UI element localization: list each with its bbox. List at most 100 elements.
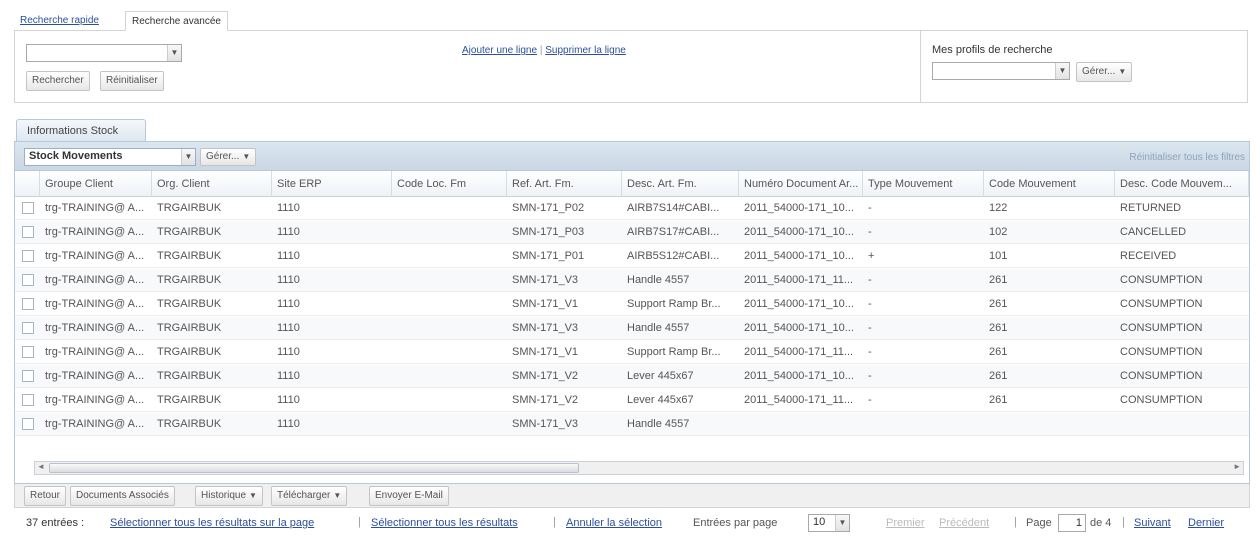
table-cell: - [868,298,872,310]
table-row[interactable]: trg-TRAINING@ A... TRGAIRBUK 1110 SMN-171_V… [15,365,1249,388]
row-checkbox[interactable] [22,346,34,358]
table-cell [392,365,507,388]
cancel-selection-link[interactable]: Annuler la sélection [566,517,662,529]
previous-page-link[interactable]: Précédent [939,517,989,529]
reset-filters-link[interactable]: Réinitialiser tous les filtres [1129,152,1245,163]
table-row[interactable]: trg-TRAINING@ A... TRGAIRBUK 1110 SMN-171_P… [15,245,1249,268]
associated-documents-button[interactable]: Documents Associés [70,486,175,506]
table-cell: 2011_54000-171_11... [744,346,854,358]
table-cell: 2011_54000-171_10... [744,322,854,334]
horizontal-scrollbar[interactable]: ◄ ► [34,461,1244,475]
scroll-right-icon[interactable]: ► [1233,462,1241,471]
table-cell: Lever 445x67 [627,394,694,406]
table-cell: 1110 [277,418,300,430]
row-checkbox[interactable] [22,298,34,310]
page-number-input[interactable]: 1 [1058,514,1086,532]
table-cell: RETURNED [1120,202,1182,214]
last-page-link[interactable]: Dernier [1188,517,1224,529]
entries-count: 37 entrées : [26,517,85,529]
search-criteria-select[interactable]: ▼ [26,44,182,62]
table-cell: SMN-171_V3 [512,274,579,286]
column-header[interactable]: Ref. Art. Fm. [507,171,622,197]
per-page-select[interactable]: 10 ▼ [808,514,850,532]
row-checkbox[interactable] [22,202,34,214]
history-button[interactable]: Historique ▼ [195,486,263,506]
table-cell: 1110 [277,394,300,406]
line-actions: Ajouter une ligne | Supprimer la ligne [462,45,626,56]
search-tabs: Recherche rapide Recherche avancée [14,11,1248,31]
table-cell: trg-TRAINING@ A... [45,370,145,382]
search-profile-select[interactable]: ▼ [932,62,1070,80]
row-checkbox[interactable] [22,322,34,334]
table-cell: Handle 4557 [627,418,690,430]
row-checkbox[interactable] [22,226,34,238]
table-row[interactable]: trg-TRAINING@ A... TRGAIRBUK 1110 SMN-171_V… [15,293,1249,316]
column-header[interactable]: Type Mouvement [863,171,984,197]
view-manage-button[interactable]: Gérer... ▼ [200,148,257,166]
table-cell: 1110 [277,202,300,214]
table-cell: 101 [989,250,1008,262]
table-row[interactable]: trg-TRAINING@ A... TRGAIRBUK 1110 SMN-171_V… [15,389,1249,412]
table-cell [863,413,984,436]
table-cell: trg-TRAINING@ A... [45,202,145,214]
column-header[interactable]: Site ERP [272,171,392,197]
table-cell: TRGAIRBUK [157,226,222,238]
table-cell: trg-TRAINING@ A... [45,250,145,262]
table-row[interactable]: trg-TRAINING@ A... TRGAIRBUK 1110 SMN-171_P… [15,221,1249,244]
table-cell: RECEIVED [1120,250,1177,262]
add-line-link[interactable]: Ajouter une ligne [462,45,537,56]
table-row[interactable]: trg-TRAINING@ A... TRGAIRBUK 1110 SMN-171_V… [15,317,1249,340]
chevron-down-icon: ▼ [1055,63,1069,79]
table-cell: trg-TRAINING@ A... [45,346,145,358]
table-cell: TRGAIRBUK [157,250,222,262]
tab-advanced-search[interactable]: Recherche avancée [125,11,228,31]
table-cell [984,413,1115,436]
select-page-results-link[interactable]: Sélectionner tous les résultats sur la p… [110,517,314,529]
send-email-button[interactable]: Envoyer E-Mail [369,486,449,506]
table-cell: 1110 [277,274,300,286]
tab-quick-search[interactable]: Recherche rapide [14,11,105,31]
column-header[interactable]: Code Loc. Fm [392,171,507,197]
table-row[interactable]: trg-TRAINING@ A... TRGAIRBUK 1110 SMN-171_V… [15,413,1249,436]
table-row[interactable]: trg-TRAINING@ A... TRGAIRBUK 1110 SMN-171_V… [15,341,1249,364]
table-cell [392,293,507,316]
caret-down-icon: ▼ [333,491,342,500]
search-button[interactable]: Rechercher [26,71,90,91]
tab-stock-info[interactable]: Informations Stock [16,119,146,141]
reset-button[interactable]: Réinitialiser [100,71,164,91]
column-header[interactable]: Org. Client [152,171,272,197]
scrollbar-thumb[interactable] [49,463,579,473]
table-row[interactable]: trg-TRAINING@ A... TRGAIRBUK 1110 SMN-171_V… [15,269,1249,292]
line-actions-separator: | [539,45,543,56]
row-checkbox[interactable] [22,250,34,262]
table-cell: TRGAIRBUK [157,322,222,334]
table-cell: 1110 [277,226,300,238]
column-header[interactable]: Code Mouvement [984,171,1115,197]
view-select[interactable]: Stock Movements ▼ [24,148,196,166]
scroll-left-icon[interactable]: ◄ [37,462,45,471]
table-cell: AIRB7S17#CABI... [627,226,720,238]
select-all-results-link[interactable]: Sélectionner tous les résultats [371,517,518,529]
row-checkbox[interactable] [22,418,34,430]
table-cell: SMN-171_V3 [512,322,579,334]
next-page-link[interactable]: Suivant [1134,517,1171,529]
row-checkbox[interactable] [22,370,34,382]
row-checkbox[interactable] [22,274,34,286]
download-button[interactable]: Télécharger ▼ [271,486,348,506]
column-header[interactable]: Groupe Client [40,171,152,197]
remove-line-link[interactable]: Supprimer la ligne [545,45,626,56]
profiles-manage-button[interactable]: Gérer... ▼ [1076,62,1133,82]
table-cell: trg-TRAINING@ A... [45,226,145,238]
table-cell: 261 [989,322,1008,334]
column-header[interactable]: Numéro Document Ar... [739,171,863,197]
first-page-link[interactable]: Premier [886,517,925,529]
row-checkbox[interactable] [22,394,34,406]
column-header[interactable]: Desc. Code Mouvem... [1115,171,1249,197]
table-cell [392,389,507,412]
table-row[interactable]: trg-TRAINING@ A... TRGAIRBUK 1110 SMN-171_P… [15,197,1249,220]
table-cell: 2011_54000-171_10... [744,202,854,214]
table-cell: SMN-171_V3 [512,418,579,430]
back-button[interactable]: Retour [24,486,67,506]
column-header[interactable]: Desc. Art. Fm. [622,171,739,197]
table-cell [1115,413,1249,436]
